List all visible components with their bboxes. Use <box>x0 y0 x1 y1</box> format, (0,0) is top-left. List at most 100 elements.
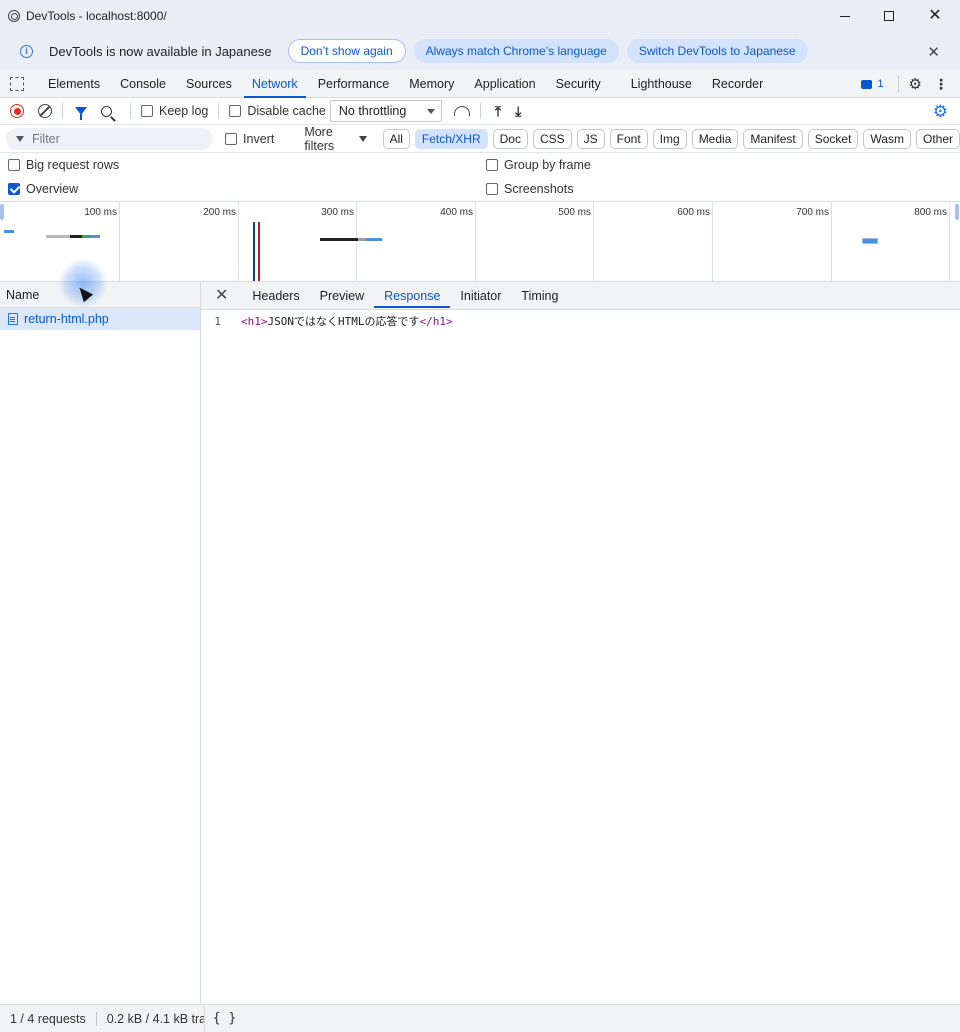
dont-show-again-button[interactable]: Don’t show again <box>287 39 406 63</box>
tick-label: 300 ms <box>321 207 354 218</box>
group-by-frame-checkbox[interactable]: Group by frame <box>486 158 591 172</box>
disable-cache-box[interactable] <box>229 105 242 117</box>
switch-devtools-language-button[interactable]: Switch DevTools to Japanese <box>626 39 808 63</box>
network-settings-icon[interactable]: ⚙ <box>933 102 948 122</box>
keep-log-checkbox[interactable]: Keep log <box>141 104 208 118</box>
line-number: 1 <box>214 314 221 328</box>
keep-log-box[interactable] <box>141 105 153 117</box>
big-request-rows-label: Big request rows <box>26 158 120 172</box>
infobar-close-icon[interactable]: ✕ <box>927 43 940 61</box>
tab-console[interactable]: Console <box>110 70 176 98</box>
always-match-language-button[interactable]: Always match Chrome’s language <box>413 39 619 63</box>
invert-box[interactable] <box>225 132 238 145</box>
network-conditions-icon[interactable] <box>453 106 470 116</box>
tab-response[interactable]: Response <box>374 282 451 310</box>
tab-performance[interactable]: Performance <box>308 70 400 98</box>
gear-icon[interactable]: ⚙ <box>909 75 922 93</box>
request-row[interactable]: return-html.php <box>0 308 200 330</box>
type-filter-manifest[interactable]: Manifest <box>743 128 803 149</box>
close-detail-icon[interactable]: ✕ <box>215 287 228 304</box>
close-icon: ✕ <box>928 7 942 24</box>
invert-label: Invert <box>243 131 275 146</box>
type-filter-css[interactable]: CSS <box>532 128 572 149</box>
type-filter-other[interactable]: Other <box>915 128 960 149</box>
network-overview-timeline[interactable]: 100 ms 200 ms 300 ms 400 ms 500 ms 600 m… <box>0 201 960 282</box>
inspect-element-icon[interactable] <box>10 76 24 91</box>
big-request-rows-checkbox[interactable]: Big request rows <box>8 158 119 172</box>
tab-lighthouse[interactable]: Lighthouse <box>621 70 702 98</box>
minimize-button[interactable] <box>822 0 868 32</box>
timeline-bar <box>358 238 366 241</box>
export-har-icon[interactable]: ⤓ <box>515 103 521 120</box>
tab-headers[interactable]: Headers <box>242 282 309 310</box>
message-icon <box>861 79 873 89</box>
type-filter-all[interactable]: All <box>382 128 410 149</box>
type-filter-doc[interactable]: Doc <box>492 128 528 149</box>
type-filter-js[interactable]: JS <box>576 128 605 149</box>
timeline-bar <box>90 235 100 238</box>
network-toolbar: Keep log Disable cache No throttling ⤒ ⤓… <box>0 98 960 125</box>
screenshots-label: Screenshots <box>504 182 574 196</box>
clear-icon[interactable] <box>38 104 52 118</box>
issues-counter[interactable]: 1 <box>861 78 884 90</box>
disable-cache-checkbox[interactable]: Disable cache <box>229 104 326 118</box>
filter-bar: Filter Invert More filters All Fetch/XHR… <box>0 125 960 153</box>
type-filter-font[interactable]: Font <box>609 128 648 149</box>
timeline-bar <box>320 238 358 241</box>
more-options-icon[interactable]: ⋮ <box>934 76 948 93</box>
filter-input[interactable]: Filter <box>6 127 214 150</box>
tab-initiator[interactable]: Initiator <box>450 282 511 310</box>
tab-network[interactable]: Network <box>242 70 308 98</box>
tick-label: 700 ms <box>796 207 829 218</box>
tab-timing[interactable]: Timing <box>511 282 568 310</box>
tab-application[interactable]: Application <box>464 70 545 98</box>
grid-line <box>356 202 357 281</box>
main-tab-bar: Elements Console Sources Network Perform… <box>0 70 960 98</box>
filter-toggle-icon[interactable] <box>75 107 87 120</box>
tab-preview[interactable]: Preview <box>310 282 374 310</box>
status-bar: 1 / 4 requests 0.2 kB / 4.1 kB tran { } <box>0 1004 960 1032</box>
timeline-bar <box>46 235 70 238</box>
grid-line <box>712 202 713 281</box>
import-har-icon[interactable]: ⤒ <box>495 103 501 120</box>
tick-label: 600 ms <box>677 207 710 218</box>
dom-content-loaded-line <box>253 222 255 281</box>
tab-memory[interactable]: Memory <box>399 70 464 98</box>
overview-box[interactable] <box>8 183 20 195</box>
maximize-icon <box>884 11 894 21</box>
pretty-print-icon[interactable]: { } <box>203 1004 236 1032</box>
divider <box>897 75 899 93</box>
group-by-frame-box[interactable] <box>486 159 498 171</box>
invert-checkbox[interactable]: Invert <box>225 132 274 146</box>
type-filter-media[interactable]: Media <box>691 128 739 149</box>
tick-label: 500 ms <box>558 207 591 218</box>
issues-count: 1 <box>877 78 884 90</box>
type-filter-fetch-xhr[interactable]: Fetch/XHR <box>414 128 488 149</box>
overview-checkbox[interactable]: Overview <box>8 182 78 196</box>
timeline-bar <box>70 235 82 238</box>
screenshots-checkbox[interactable]: Screenshots <box>486 182 573 196</box>
type-filter-socket[interactable]: Socket <box>807 128 859 149</box>
response-code[interactable]: <h1>JSONではなくHTMLの応答です</h1> <box>241 313 453 329</box>
big-request-rows-box[interactable] <box>8 159 20 171</box>
chevron-down-icon <box>426 109 435 114</box>
grid-line <box>593 202 594 281</box>
close-window-button[interactable]: ✕ <box>912 0 958 32</box>
tab-elements[interactable]: Elements <box>38 70 110 98</box>
type-filter-wasm[interactable]: Wasm <box>863 128 911 149</box>
overview-right-handle[interactable] <box>955 204 959 220</box>
detail-tab-bar: ✕ Headers Preview Response Initiator Tim… <box>201 282 960 310</box>
tab-recorder[interactable]: Recorder <box>702 70 773 98</box>
throttling-select[interactable]: No throttling <box>329 100 442 122</box>
tab-sources[interactable]: Sources <box>176 70 242 98</box>
search-icon[interactable] <box>101 105 112 117</box>
more-filters-dropdown[interactable]: More filters <box>304 125 367 153</box>
record-icon[interactable] <box>10 104 24 118</box>
disable-cache-label: Disable cache <box>247 104 326 118</box>
type-filter-img[interactable]: Img <box>652 128 687 149</box>
tab-security[interactable]: Security <box>546 70 611 98</box>
overview-left-handle[interactable] <box>0 204 4 220</box>
screenshots-box[interactable] <box>486 183 498 195</box>
minimize-icon <box>840 15 850 17</box>
maximize-button[interactable] <box>866 0 912 32</box>
